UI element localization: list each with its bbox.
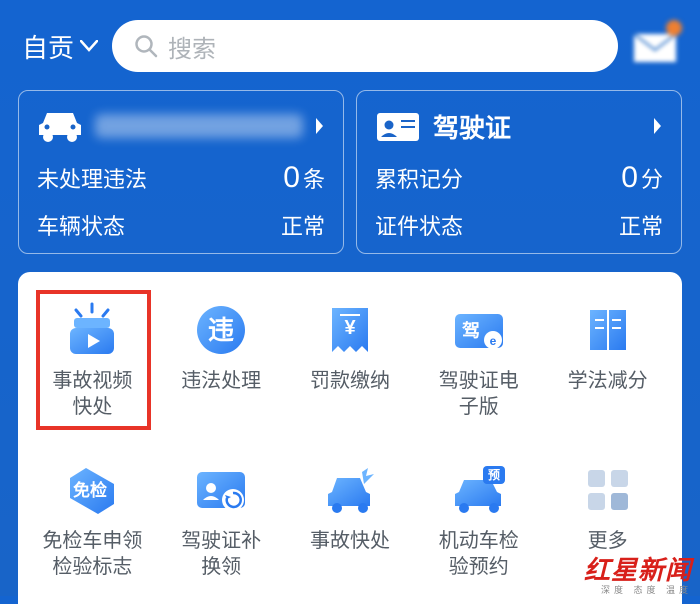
license-card[interactable]: 驾驶证 累积记分 0分 证件状态 正常: [356, 90, 682, 254]
service-fine-payment[interactable]: ¥ 罚款缴纳: [286, 296, 415, 426]
service-label: 罚款缴纳: [310, 368, 390, 394]
search-placeholder: 搜索: [168, 29, 216, 64]
violation-handle-icon: 违: [193, 302, 249, 358]
watermark: 红星新闻 深度 态度 温度: [584, 550, 692, 596]
pending-violation-value: 0条: [283, 161, 325, 195]
svg-text:¥: ¥: [344, 317, 356, 339]
svg-text:e: e: [489, 334, 496, 348]
svg-text:预: 预: [488, 468, 500, 482]
service-label: 驾驶证补换领: [181, 528, 261, 580]
service-violation-handle[interactable]: 违违法处理: [157, 296, 286, 426]
chevron-right-icon: [653, 117, 663, 135]
notification-dot: [666, 20, 682, 36]
points-value: 0分: [621, 161, 663, 195]
license-digital-icon: 驾e: [451, 302, 507, 358]
service-accident-video[interactable]: 事故视频快处: [28, 296, 157, 426]
pending-violation-label: 未处理违法: [37, 162, 147, 194]
service-inspection-appt[interactable]: 预机动车检验预约: [414, 456, 543, 586]
accident-quick-icon: [322, 462, 378, 518]
services-panel: 事故视频快处违违法处理¥罚款缴纳驾e驾驶证电子版学法减分免检免检车申领检验标志驾…: [18, 272, 682, 604]
vehicle-card[interactable]: 未处理违法 0条 车辆状态 正常: [18, 90, 344, 254]
study-deduct-icon: [580, 302, 636, 358]
vehicle-plate-blurred: [95, 114, 303, 138]
location-picker[interactable]: 自贡: [22, 28, 98, 65]
id-card-icon: [375, 109, 421, 143]
vehicle-status-label: 车辆状态: [37, 209, 125, 241]
license-reissue-icon: [193, 462, 249, 518]
service-label: 违法处理: [181, 368, 261, 394]
service-label: 事故视频快处: [52, 368, 132, 420]
fine-payment-icon: ¥: [322, 302, 378, 358]
search-icon: [134, 34, 158, 58]
license-title: 驾驶证: [433, 108, 641, 145]
vehicle-status-value: 正常: [281, 209, 325, 241]
car-icon: [37, 109, 83, 143]
license-status-label: 证件状态: [375, 209, 463, 241]
inspection-appt-icon: 预: [451, 462, 507, 518]
svg-text:违: 违: [208, 315, 234, 345]
service-license-reissue[interactable]: 驾驶证补换领: [157, 456, 286, 586]
svg-text:免检: 免检: [73, 480, 107, 500]
points-label: 累积记分: [375, 162, 463, 194]
service-label: 事故快处: [310, 528, 390, 554]
license-status-value: 正常: [619, 209, 663, 241]
location-label: 自贡: [22, 28, 74, 65]
chevron-down-icon: [80, 40, 98, 52]
more-icon: [580, 462, 636, 518]
exempt-inspection-icon: 免检: [64, 462, 120, 518]
service-label: 免检车申领检验标志: [42, 528, 142, 580]
svg-text:驾: 驾: [462, 320, 480, 341]
service-exempt-inspection[interactable]: 免检免检车申领检验标志: [28, 456, 157, 586]
service-label: 学法减分: [568, 368, 648, 394]
service-study-deduct[interactable]: 学法减分: [543, 296, 672, 426]
chevron-right-icon: [315, 117, 325, 135]
messages-button[interactable]: [632, 26, 678, 66]
service-label: 机动车检验预约: [439, 528, 519, 580]
service-accident-quick[interactable]: 事故快处: [286, 456, 415, 586]
search-input[interactable]: 搜索: [112, 20, 618, 72]
service-license-digital[interactable]: 驾e 驾驶证电子版: [414, 296, 543, 426]
service-label: 驾驶证电子版: [439, 368, 519, 420]
accident-video-icon: [64, 302, 120, 358]
